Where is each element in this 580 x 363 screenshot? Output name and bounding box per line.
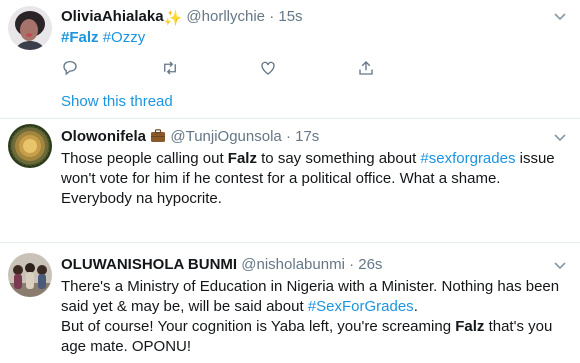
timestamp[interactable]: 26s bbox=[358, 256, 382, 273]
tweet-actions bbox=[61, 59, 391, 79]
retweet-button[interactable] bbox=[161, 59, 181, 79]
chevron-down-icon bbox=[554, 13, 566, 21]
retweet-icon bbox=[164, 61, 176, 75]
highlighted-keyword: Falz bbox=[227, 150, 257, 167]
tweet-text-segment: Those people calling out bbox=[61, 150, 228, 167]
display-name[interactable]: Olowonifela bbox=[61, 128, 146, 145]
username-handle[interactable]: @TunjiOgunsola bbox=[170, 128, 281, 145]
username-handle[interactable]: @horllychie bbox=[186, 8, 265, 25]
tweet-text: There's a Ministry of Education in Niger… bbox=[61, 277, 571, 357]
tweet-text-segment: But of course! Your cognition is Yaba le… bbox=[61, 318, 456, 335]
hashtag-link[interactable]: #SexForGrades bbox=[308, 298, 414, 315]
sparkles-icon: ✨ bbox=[163, 10, 183, 27]
share-button[interactable] bbox=[357, 59, 377, 79]
chevron-down-icon bbox=[554, 134, 566, 142]
separator-dot: · bbox=[349, 256, 355, 273]
timestamp[interactable]: 17s bbox=[295, 128, 319, 145]
highlighted-keyword: Falz bbox=[455, 318, 485, 335]
tweet-1[interactable]: OliviaAhialaka✨ @horllychie · 15s #Falz … bbox=[0, 0, 580, 118]
avatar[interactable] bbox=[8, 253, 52, 297]
tweet-header: OliviaAhialaka✨ @horllychie · 15s bbox=[61, 7, 303, 29]
tweet-text-segment: to say something about bbox=[256, 150, 421, 167]
hashtag-link[interactable]: #Ozzy bbox=[103, 29, 146, 46]
more-options-button[interactable] bbox=[552, 129, 568, 148]
tweet-3[interactable]: OLUWANISHOLA BUNMI @nisholabunmi · 26s T… bbox=[0, 243, 580, 363]
more-options-button[interactable] bbox=[552, 8, 568, 27]
timestamp[interactable]: 15s bbox=[278, 8, 302, 25]
tweet-text: #Falz #Ozzy bbox=[61, 28, 571, 48]
tweet-text-segment: . bbox=[413, 298, 418, 315]
display-name[interactable]: OLUWANISHOLA BUNMI bbox=[61, 256, 237, 273]
separator-dot: · bbox=[285, 128, 291, 145]
separator-dot: · bbox=[269, 8, 275, 25]
tweet-header: Olowonifela @TunjiOgunsola · 17s bbox=[61, 127, 319, 149]
like-icon bbox=[261, 61, 275, 75]
share-icon bbox=[359, 61, 373, 75]
reply-icon bbox=[63, 60, 77, 76]
tweet-2[interactable]: Olowonifela @TunjiOgunsola · 17s Those p… bbox=[0, 119, 580, 242]
more-options-button[interactable] bbox=[552, 257, 568, 276]
hashtag-link[interactable]: #sexforgrades bbox=[420, 150, 515, 167]
hashtag-link[interactable]: #Falz bbox=[61, 29, 99, 46]
avatar[interactable] bbox=[8, 6, 52, 50]
reply-button[interactable] bbox=[61, 59, 81, 79]
tweet-header: OLUWANISHOLA BUNMI @nisholabunmi · 26s bbox=[61, 255, 382, 275]
briefcase-icon bbox=[150, 129, 166, 149]
show-this-thread-link[interactable]: Show this thread bbox=[61, 93, 173, 110]
avatar[interactable] bbox=[8, 124, 52, 168]
username-handle[interactable]: @nisholabunmi bbox=[241, 256, 345, 273]
chevron-down-icon bbox=[554, 262, 566, 270]
tweet-text: Those people calling out Falz to say som… bbox=[61, 149, 571, 209]
display-name[interactable]: OliviaAhialaka bbox=[61, 8, 164, 25]
like-button[interactable] bbox=[259, 59, 279, 79]
